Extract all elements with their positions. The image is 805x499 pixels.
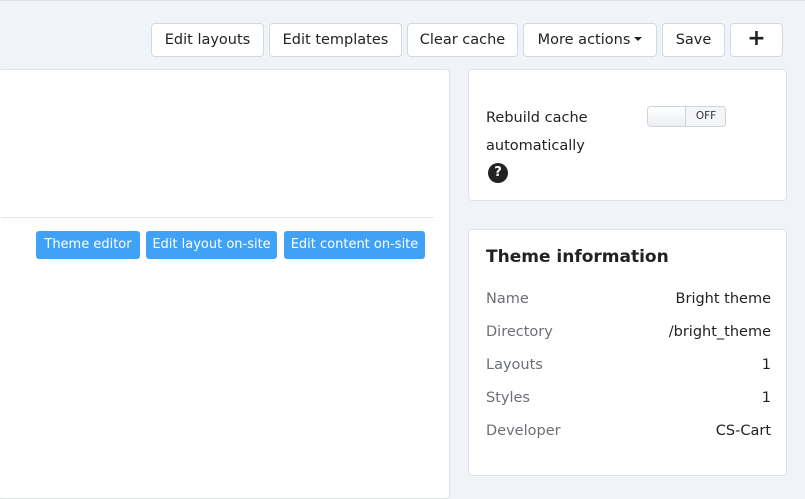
info-value: /bright_theme xyxy=(668,324,771,340)
info-value: Bright theme xyxy=(675,291,771,307)
more-actions-label: More actions xyxy=(537,32,631,48)
clear-cache-button[interactable]: Clear cache xyxy=(407,23,518,57)
rebuild-cache-label-line2: automatically xyxy=(486,138,585,154)
add-button[interactable]: + xyxy=(730,23,783,57)
toggle-state-label: OFF xyxy=(695,110,717,122)
edit-layout-on-site-button[interactable]: Edit layout on-site xyxy=(146,231,277,259)
rebuild-cache-label: Rebuild cache automatically ? xyxy=(486,104,606,188)
theme-information-title: Theme information xyxy=(486,247,669,267)
divider xyxy=(1,217,434,218)
info-row-directory: Directory /bright_theme xyxy=(486,322,771,342)
plus-icon: + xyxy=(747,26,766,51)
info-row-layouts: Layouts 1 xyxy=(486,355,771,375)
help-icon[interactable]: ? xyxy=(488,163,508,183)
rebuild-cache-label-line2-wrap: automatically ? xyxy=(486,132,606,188)
theme-preview-panel: Theme editor Edit layout on-site Edit co… xyxy=(0,69,450,499)
info-value: 1 xyxy=(761,357,771,373)
edit-content-on-site-button[interactable]: Edit content on-site xyxy=(284,231,425,259)
theme-information-card: Theme information Name Bright theme Dire… xyxy=(468,229,787,476)
info-key: Name xyxy=(486,291,529,307)
info-value: CS-Cart xyxy=(715,423,771,439)
toolbar: Edit layouts Edit templates Clear cache … xyxy=(0,23,805,59)
info-key: Developer xyxy=(486,423,561,439)
save-button[interactable]: Save xyxy=(662,23,725,57)
edit-templates-button[interactable]: Edit templates xyxy=(269,23,402,57)
info-row-name: Name Bright theme xyxy=(486,289,771,309)
rebuild-cache-toggle[interactable]: OFF xyxy=(647,106,726,127)
info-row-developer: Developer CS-Cart xyxy=(486,421,771,441)
toggle-knob xyxy=(648,107,686,126)
info-key: Styles xyxy=(486,390,530,406)
caret-down-icon xyxy=(634,37,643,41)
info-row-styles: Styles 1 xyxy=(486,388,771,408)
cache-settings-card: Rebuild cache automatically ? OFF xyxy=(468,69,787,201)
theme-editor-button[interactable]: Theme editor xyxy=(36,231,140,259)
info-key: Directory xyxy=(486,324,553,340)
more-actions-button[interactable]: More actions xyxy=(523,23,657,57)
info-key: Layouts xyxy=(486,357,543,373)
edit-layouts-button[interactable]: Edit layouts xyxy=(151,23,264,57)
top-border xyxy=(0,0,805,1)
rebuild-cache-label-line1: Rebuild cache xyxy=(486,110,588,126)
info-value: 1 xyxy=(761,390,771,406)
